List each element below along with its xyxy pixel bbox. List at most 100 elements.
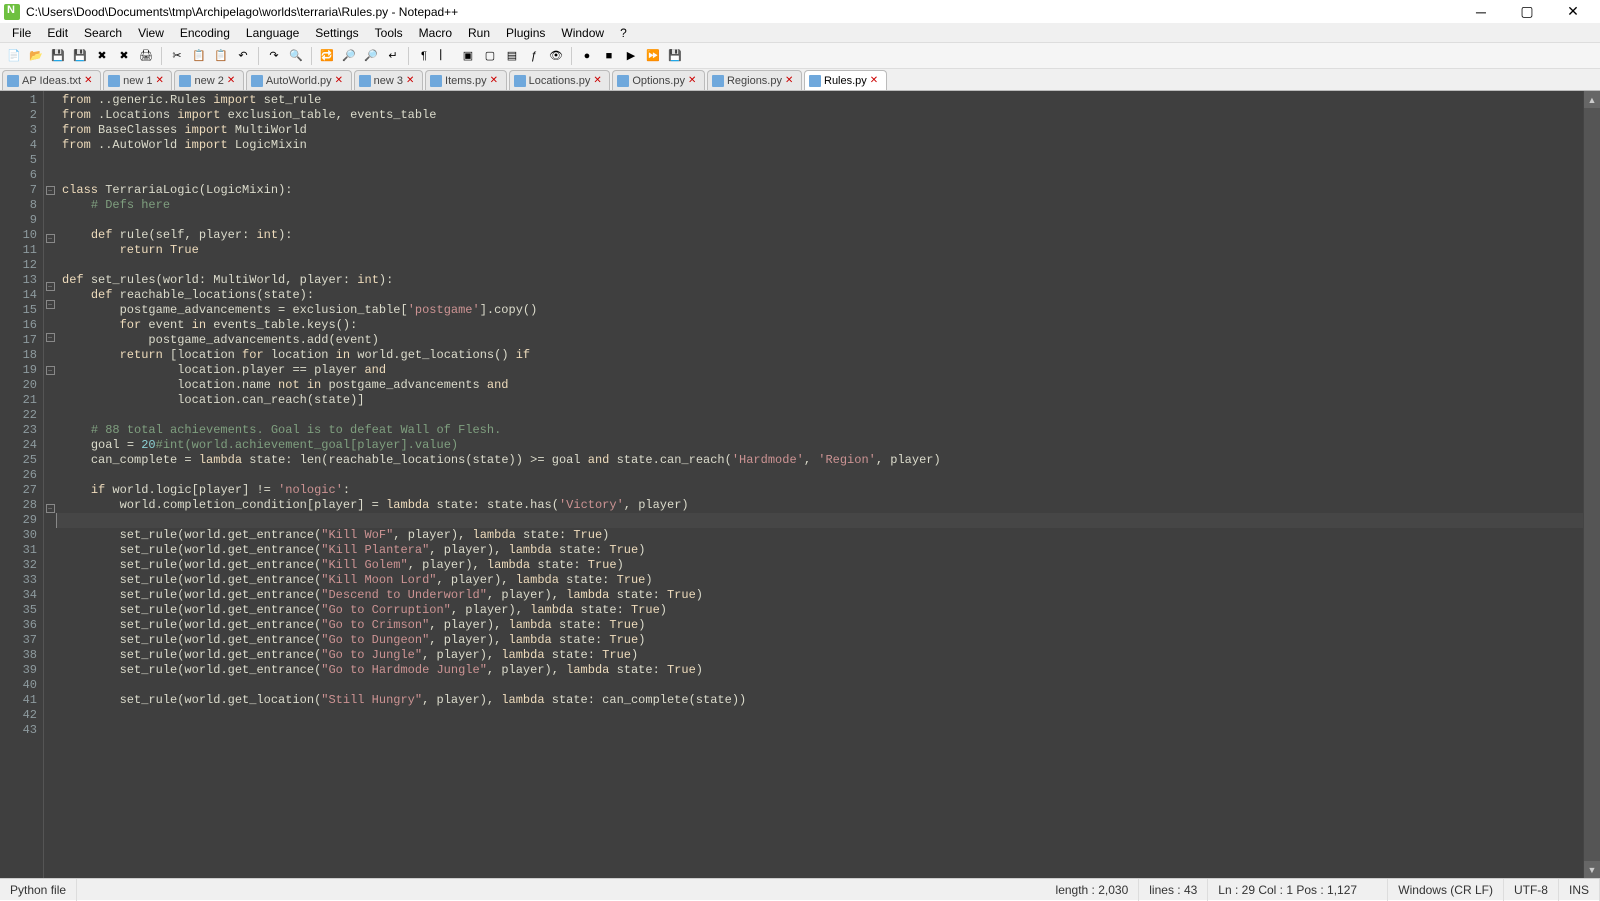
code-line[interactable]: set_rule(world.get_entrance("Go to Jungl… [62,648,1583,663]
fold-toggle[interactable]: − [46,366,55,375]
tab-new-1[interactable]: new 1✕ [103,70,172,90]
code-line[interactable]: # 88 total achievements. Goal is to defe… [62,423,1583,438]
tab-locations-py[interactable]: Locations.py✕ [509,70,611,90]
code-line[interactable]: location.can_reach(state)] [62,393,1583,408]
menu-file[interactable]: File [4,23,39,43]
copy-button[interactable]: 📋 [189,46,209,66]
code-line[interactable] [62,723,1583,738]
close-button[interactable]: ✕ [1550,0,1596,23]
code-line[interactable] [62,153,1583,168]
minimize-button[interactable]: ─ [1458,0,1504,23]
code-line[interactable] [62,168,1583,183]
cut-button[interactable]: ✂ [167,46,187,66]
code-line[interactable]: set_rule(world.get_entrance("Kill WoF", … [62,528,1583,543]
menu-tools[interactable]: Tools [367,23,411,43]
indent-guide-button[interactable]: ⎸ [436,46,456,66]
stop-button[interactable]: ■ [599,46,619,66]
tab-close-icon[interactable]: ✕ [84,76,94,86]
code-line[interactable]: set_rule(world.get_entrance("Go to Dunge… [62,633,1583,648]
wrap-button[interactable]: ↵ [383,46,403,66]
menu-window[interactable]: Window [553,23,612,43]
code-line[interactable]: set_rule(world.get_entrance("Go to Hardm… [62,663,1583,678]
tab-close-icon[interactable]: ✕ [593,76,603,86]
code-line[interactable]: set_rule(world.get_entrance("Descend to … [62,588,1583,603]
scroll-down-icon[interactable]: ▼ [1584,861,1600,878]
code-line[interactable]: location.player == player and [62,363,1583,378]
code-line[interactable] [56,513,1583,528]
code-line[interactable]: set_rule(world.get_entrance("Go to Crims… [62,618,1583,633]
code-line[interactable] [62,258,1583,273]
code-line[interactable]: from BaseClasses import MultiWorld [62,123,1583,138]
new-button[interactable]: 📄 [4,46,24,66]
code-line[interactable] [62,468,1583,483]
show-all-button[interactable]: ¶ [414,46,434,66]
tab-close-icon[interactable]: ✕ [227,76,237,86]
menu-encoding[interactable]: Encoding [172,23,238,43]
func-list-button[interactable]: ƒ [524,46,544,66]
code-line[interactable]: set_rule(world.get_entrance("Go to Corru… [62,603,1583,618]
play-button[interactable]: ▶ [621,46,641,66]
code-line[interactable]: from ..AutoWorld import LogicMixin [62,138,1583,153]
zoom-in-button[interactable]: 🔎 [339,46,359,66]
maximize-button[interactable]: ▢ [1504,0,1550,23]
play-multi-button[interactable]: ⏩ [643,46,663,66]
menu-language[interactable]: Language [238,23,307,43]
code-editor[interactable]: from ..generic.Rules import set_rulefrom… [56,91,1583,878]
paste-button[interactable]: 📋 [211,46,231,66]
print-button[interactable]: 🖨 [136,46,156,66]
code-line[interactable] [62,408,1583,423]
doc-map-button[interactable]: ▤ [502,46,522,66]
code-line[interactable]: def set_rules(world: MultiWorld, player:… [62,273,1583,288]
fold-toggle[interactable]: − [46,234,55,243]
code-line[interactable]: def reachable_locations(state): [62,288,1583,303]
code-line[interactable]: from .Locations import exclusion_table, … [62,108,1583,123]
save-all-button[interactable]: 💾 [70,46,90,66]
code-line[interactable]: set_rule(world.get_location("Still Hungr… [62,693,1583,708]
fold-all-button[interactable]: ▣ [458,46,478,66]
code-line[interactable]: goal = 20#int(world.achievement_goal[pla… [62,438,1583,453]
menu-run[interactable]: Run [460,23,498,43]
menu-plugins[interactable]: Plugins [498,23,553,43]
tab-close-icon[interactable]: ✕ [335,76,345,86]
close-button[interactable]: ✖ [92,46,112,66]
tab-close-icon[interactable]: ✕ [406,76,416,86]
tab-close-icon[interactable]: ✕ [688,76,698,86]
menu-[interactable]: ? [612,23,635,43]
vertical-scrollbar[interactable]: ▲ ▼ [1583,91,1600,878]
code-line[interactable]: set_rule(world.get_entrance("Kill Golem"… [62,558,1583,573]
tab-options-py[interactable]: Options.py✕ [612,70,705,90]
record-button[interactable]: ● [577,46,597,66]
code-line[interactable]: class TerrariaLogic(LogicMixin): [62,183,1583,198]
monitor-button[interactable]: 👁 [546,46,566,66]
code-line[interactable]: return True [62,243,1583,258]
fold-toggle[interactable]: − [46,282,55,291]
tab-regions-py[interactable]: Regions.py✕ [707,70,802,90]
code-line[interactable]: set_rule(world.get_entrance("Kill Moon L… [62,573,1583,588]
save-button[interactable]: 💾 [48,46,68,66]
fold-toggle[interactable]: − [46,186,55,195]
fold-toggle[interactable]: − [46,300,55,309]
tab-close-icon[interactable]: ✕ [870,76,880,86]
code-line[interactable] [62,678,1583,693]
scroll-up-icon[interactable]: ▲ [1584,91,1600,108]
menu-view[interactable]: View [130,23,172,43]
tab-items-py[interactable]: Items.py✕ [425,70,507,90]
code-line[interactable]: postgame_advancements.add(event) [62,333,1583,348]
menu-settings[interactable]: Settings [307,23,366,43]
tab-rules-py[interactable]: Rules.py✕ [804,70,887,90]
tab-close-icon[interactable]: ✕ [155,76,165,86]
menu-search[interactable]: Search [76,23,130,43]
code-line[interactable]: postgame_advancements = exclusion_table[… [62,303,1583,318]
save-macro-button[interactable]: 💾 [665,46,685,66]
code-line[interactable]: if world.logic[player] != 'nologic': [62,483,1583,498]
code-line[interactable]: world.completion_condition[player] = lam… [62,498,1583,513]
menu-macro[interactable]: Macro [411,23,460,43]
code-line[interactable]: set_rule(world.get_entrance("Kill Plante… [62,543,1583,558]
tab-autoworld-py[interactable]: AutoWorld.py✕ [246,70,352,90]
code-line[interactable]: can_complete = lambda state: len(reachab… [62,453,1583,468]
tab-close-icon[interactable]: ✕ [490,76,500,86]
unfold-all-button[interactable]: ▢ [480,46,500,66]
find-button[interactable]: 🔍 [286,46,306,66]
code-line[interactable]: for event in events_table.keys(): [62,318,1583,333]
tab-close-icon[interactable]: ✕ [785,76,795,86]
